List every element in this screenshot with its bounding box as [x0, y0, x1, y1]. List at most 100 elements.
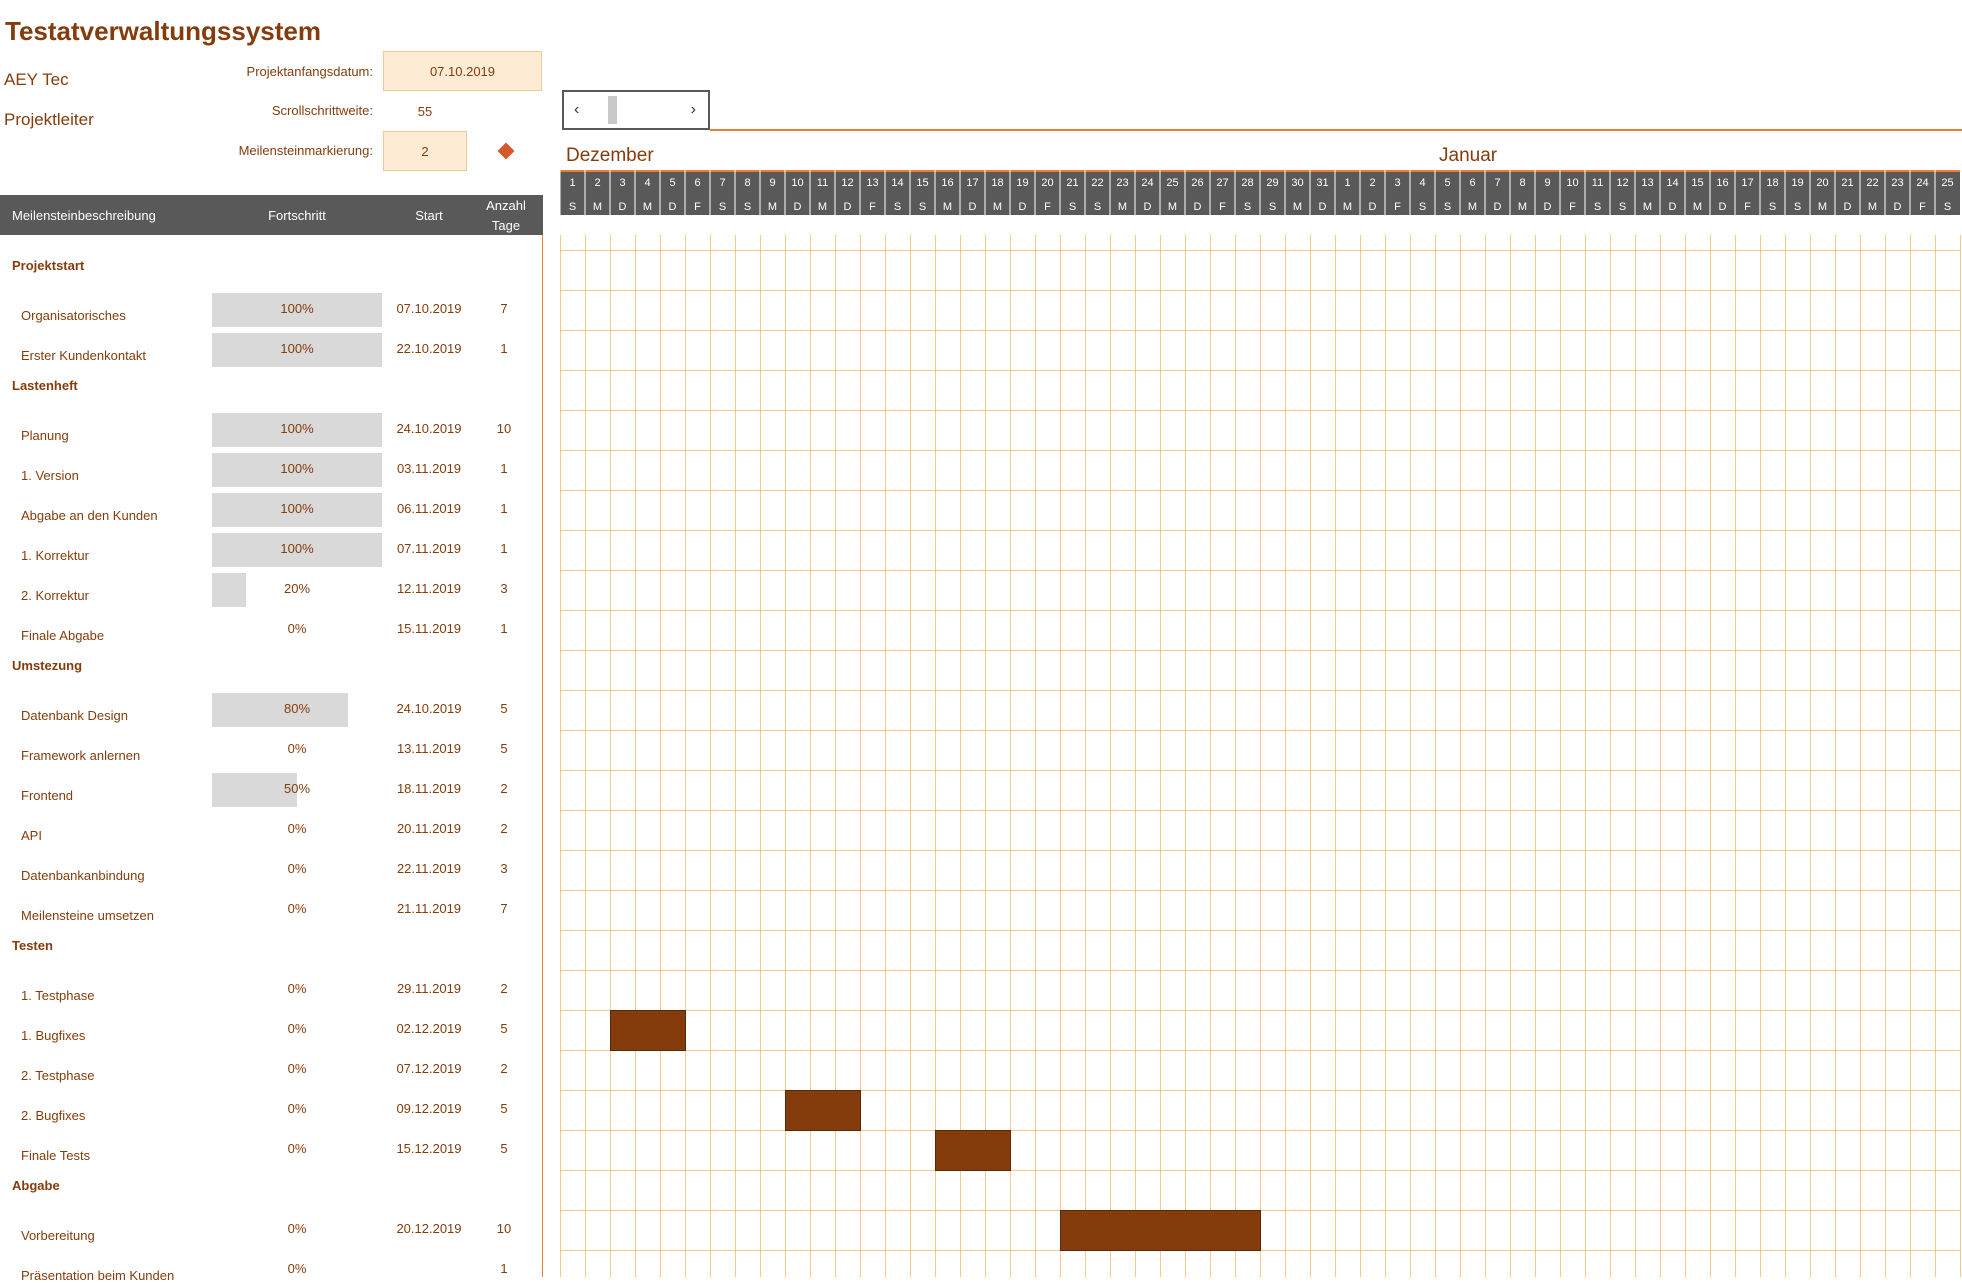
gantt-chart: 1S2M3D4M5D6F7S8S9M10D11M12D13F14S15S16M1… [560, 170, 1961, 1277]
task-name: Datenbank Design [21, 708, 128, 723]
col-description: Meilensteinbeschreibung [12, 208, 156, 223]
day-number: 14 [1666, 177, 1678, 189]
day-number: 15 [1691, 177, 1703, 189]
day-number: 2 [594, 177, 600, 189]
weekday-letter: M [1818, 201, 1827, 213]
task-name: Planung [21, 428, 69, 443]
weekday-letter: S [1419, 201, 1426, 213]
progress-label: 100% [280, 541, 314, 556]
day-number: 24 [1141, 177, 1153, 189]
day-number: 13 [866, 177, 878, 189]
task-name: Framework anlernen [21, 748, 141, 763]
weekday-letter: S [719, 201, 726, 213]
progress-label: 0% [287, 861, 307, 876]
task-name: 2. Testphase [21, 1068, 95, 1083]
day-number: 16 [941, 177, 953, 189]
day-number: 12 [841, 177, 853, 189]
weekday-letter: M [818, 201, 827, 213]
day-number: 9 [769, 177, 775, 189]
day-number: 31 [1316, 177, 1328, 189]
scroll-step-value[interactable]: 55 [405, 104, 445, 119]
day-count: 5 [500, 1101, 508, 1116]
weekday-letter: M [1518, 201, 1527, 213]
day-count: 3 [500, 861, 508, 876]
day-number: 21 [1841, 177, 1853, 189]
project-start-label: Projektanfangsdatum: [246, 64, 373, 79]
task-name: 1. Version [21, 468, 79, 483]
start-date: 20.12.2019 [396, 1221, 462, 1236]
day-count: 1 [500, 541, 508, 556]
day-number: 11 [817, 177, 828, 189]
task-name: Meilensteine umsetzen [21, 908, 154, 923]
progress-label: 0% [287, 821, 307, 836]
progress-label: 0% [287, 741, 307, 756]
day-number: 27 [1216, 177, 1228, 189]
weekday-letter: F [869, 201, 876, 213]
project-start-input[interactable]: 07.10.2019 [383, 51, 542, 91]
scrollbar-thumb[interactable] [608, 96, 617, 124]
gantt-task-bar [785, 1090, 861, 1131]
progress-label: 100% [280, 301, 314, 316]
day-count: 10 [496, 421, 512, 436]
gantt-task-bar [610, 1010, 686, 1051]
day-count: 1 [500, 1261, 508, 1276]
weekday-letter: S [919, 201, 926, 213]
weekday-letter: D [1369, 201, 1377, 213]
weekday-letter: F [1744, 201, 1751, 213]
chevron-left-icon[interactable]: ‹ [574, 101, 579, 119]
weekday-letter: D [844, 201, 852, 213]
day-count: 1 [500, 501, 508, 516]
progress-label: 0% [287, 621, 307, 636]
day-number: 22 [1866, 177, 1878, 189]
timeline-scrollbar[interactable]: ‹ › [562, 90, 710, 130]
day-number: 8 [744, 177, 750, 189]
start-date: 07.12.2019 [396, 1061, 462, 1076]
weekday-letter: D [1719, 201, 1727, 213]
day-count: 5 [500, 701, 508, 716]
day-number: 18 [991, 177, 1003, 189]
day-count: 7 [500, 901, 508, 916]
start-date: 24.10.2019 [396, 701, 462, 716]
chevron-right-icon[interactable]: › [691, 101, 696, 119]
weekday-letter: S [1794, 201, 1801, 213]
col-days-line2: Tage [491, 218, 521, 233]
day-count: 2 [500, 1061, 508, 1076]
day-count: 2 [500, 781, 508, 796]
day-number: 30 [1291, 177, 1303, 189]
day-number: 2 [1369, 177, 1375, 189]
task-name: Frontend [21, 788, 74, 803]
day-number: 8 [1519, 177, 1525, 189]
day-number: 22 [1091, 177, 1103, 189]
table-divider [542, 235, 543, 1277]
day-number: 19 [1016, 177, 1028, 189]
task-name: 1. Bugfixes [21, 1028, 86, 1043]
weekday-letter: S [894, 201, 901, 213]
weekday-letter: M [768, 201, 777, 213]
company-name: AEY Tec [4, 70, 69, 89]
day-number: 28 [1241, 177, 1253, 189]
gantt-task-bar [935, 1130, 1011, 1171]
weekday-letter: D [1669, 201, 1677, 213]
day-number: 17 [1741, 177, 1753, 189]
weekday-letter: F [1919, 201, 1926, 213]
weekday-letter: M [1468, 201, 1477, 213]
task-name: 2. Korrektur [21, 588, 89, 603]
milestone-diamond-icon [497, 142, 515, 160]
start-date: 15.11.2019 [396, 621, 462, 636]
col-start: Start [415, 208, 443, 223]
progress-label: 0% [287, 901, 307, 916]
task-name: 2. Bugfixes [21, 1108, 86, 1123]
day-number: 15 [916, 177, 928, 189]
task-name: 1. Testphase [21, 988, 95, 1003]
start-date: 12.11.2019 [396, 581, 462, 596]
start-date: 15.12.2019 [396, 1141, 462, 1156]
milestone-marker-input[interactable]: 2 [383, 131, 467, 171]
start-date: 24.10.2019 [396, 421, 462, 436]
task-name: Datenbankanbindung [21, 868, 145, 883]
day-number: 6 [1469, 177, 1475, 189]
start-date: 20.11.2019 [396, 821, 462, 836]
day-number: 13 [1641, 177, 1653, 189]
weekday-letter: M [1343, 201, 1352, 213]
weekday-letter: D [669, 201, 677, 213]
scroll-step-label: Scrollschrittweite: [271, 103, 373, 118]
